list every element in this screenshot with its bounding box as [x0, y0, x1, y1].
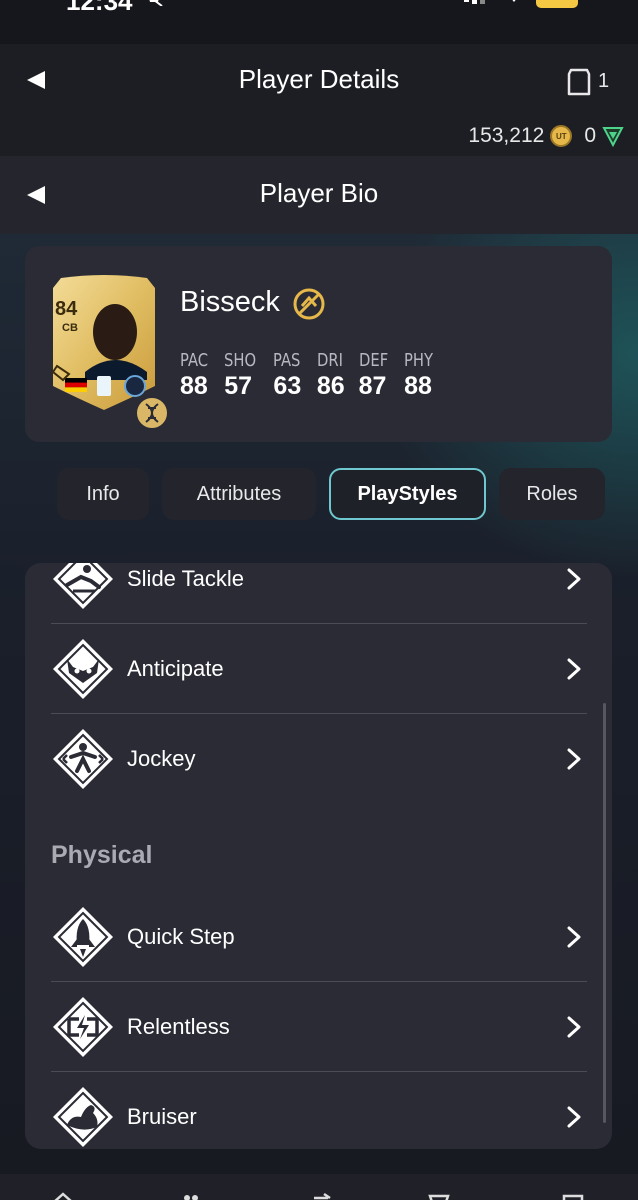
dna-icon — [135, 396, 169, 430]
coin-balance: 153,212 — [468, 124, 545, 147]
stat-value: 88 — [404, 372, 432, 400]
card-position: CB — [62, 322, 78, 334]
scrollbar[interactable] — [603, 703, 606, 1123]
section-title: Player Bio — [259, 178, 379, 208]
sub-header: Player Bio — [0, 156, 638, 234]
tab-attributes[interactable]: Attributes — [162, 468, 316, 520]
status-bar: 12:34 — [0, 0, 638, 44]
home-icon[interactable] — [52, 1192, 74, 1200]
list-item[interactable]: Anticipate — [51, 624, 587, 714]
physical-section-title: Physical — [51, 841, 153, 869]
stat-label: PAC — [180, 350, 209, 371]
jockey-icon — [53, 729, 113, 789]
transfers-icon[interactable] — [312, 1192, 334, 1200]
playstyle-label: Jockey — [127, 746, 196, 771]
player-stats: PAC 88 SHO 57 PAS 63 DRI 86 DEF 87 PHY 8… — [180, 350, 440, 401]
battery-icon — [536, 0, 578, 8]
status-time: 12:34 — [66, 0, 133, 16]
coin-icon: UT — [550, 125, 573, 147]
muted-bell-icon — [149, 0, 163, 6]
stat-value: 87 — [358, 372, 387, 400]
stat-pas: PAS 63 — [273, 350, 306, 401]
chevron-right-icon — [567, 748, 581, 770]
stat-label: PAS — [273, 350, 301, 371]
list-item[interactable]: Bruiser — [51, 1072, 587, 1149]
quick-step-icon — [53, 907, 113, 967]
stat-label: SHO — [224, 350, 257, 371]
stat-def: DEF 87 — [359, 350, 395, 401]
tab-roles[interactable]: Roles — [499, 468, 605, 520]
stat-label: DEF — [358, 350, 388, 371]
player-card-image[interactable] — [51, 274, 157, 412]
player-summary-panel: 84 CB Bisseck PAC 88 SHO 57 PAS 63 DRI 8… — [25, 246, 612, 442]
chevron-right-icon — [567, 1016, 581, 1038]
pack-icon[interactable] — [567, 68, 591, 96]
page-title: Player Details — [238, 64, 400, 94]
app-header: Player Details 1 153,212 UT 0 — [0, 44, 638, 156]
list-item[interactable]: Slide Tackle — [51, 563, 587, 624]
store-icon[interactable] — [428, 1192, 450, 1200]
playstyle-label: Quick Step — [127, 924, 235, 949]
pack-count: 1 — [598, 70, 610, 92]
fc-points-icon — [602, 127, 624, 147]
wifi-icon — [512, 0, 516, 2]
chevron-right-icon — [567, 658, 581, 680]
stat-label: PHY — [404, 350, 434, 371]
playstyle-label: Anticipate — [127, 656, 224, 681]
stat-phy: PHY 88 — [404, 350, 439, 401]
stat-value: 63 — [273, 372, 302, 400]
tab-info[interactable]: Info — [57, 468, 149, 520]
chevron-right-icon — [567, 1106, 581, 1128]
playstyle-label: Slide Tackle — [127, 566, 244, 591]
stat-value: 88 — [180, 372, 208, 400]
stat-value: 57 — [224, 372, 253, 400]
relentless-icon — [53, 997, 113, 1057]
playstyles-list[interactable]: Slide Tackle Anticipate Jockey Physical … — [25, 563, 612, 1149]
chevron-right-icon — [567, 568, 581, 590]
playstyle-label: Bruiser — [127, 1104, 197, 1129]
menu-icon[interactable] — [562, 1192, 584, 1200]
anticipate-icon — [53, 639, 113, 699]
content-area: 84 CB Bisseck PAC 88 SHO 57 PAS 63 DRI 8… — [0, 234, 638, 1174]
stat-value: 86 — [316, 372, 345, 400]
evolution-icon — [293, 288, 325, 320]
tab-playstyles[interactable]: PlayStyles — [329, 468, 486, 520]
chevron-right-icon — [567, 926, 581, 948]
bruiser-icon — [53, 1087, 113, 1147]
list-item[interactable]: Relentless — [51, 982, 587, 1072]
list-item[interactable]: Quick Step — [51, 892, 587, 982]
signal-icon — [464, 0, 485, 4]
list-item[interactable]: Jockey — [51, 714, 587, 804]
playstyle-label: Relentless — [127, 1014, 230, 1039]
slide-tackle-icon — [53, 563, 113, 609]
stat-dri: DRI 86 — [317, 350, 349, 401]
stat-pac: PAC 88 — [180, 350, 214, 401]
stat-label: DRI — [316, 350, 343, 371]
card-rating: 84 — [55, 298, 78, 320]
stat-sho: SHO 57 — [224, 350, 263, 401]
bottom-nav — [0, 1174, 638, 1200]
points-balance: 0 — [584, 124, 596, 147]
currency-row: 153,212 UT 0 — [468, 124, 624, 148]
player-name: Bisseck — [180, 286, 280, 318]
club-icon[interactable] — [180, 1192, 202, 1200]
